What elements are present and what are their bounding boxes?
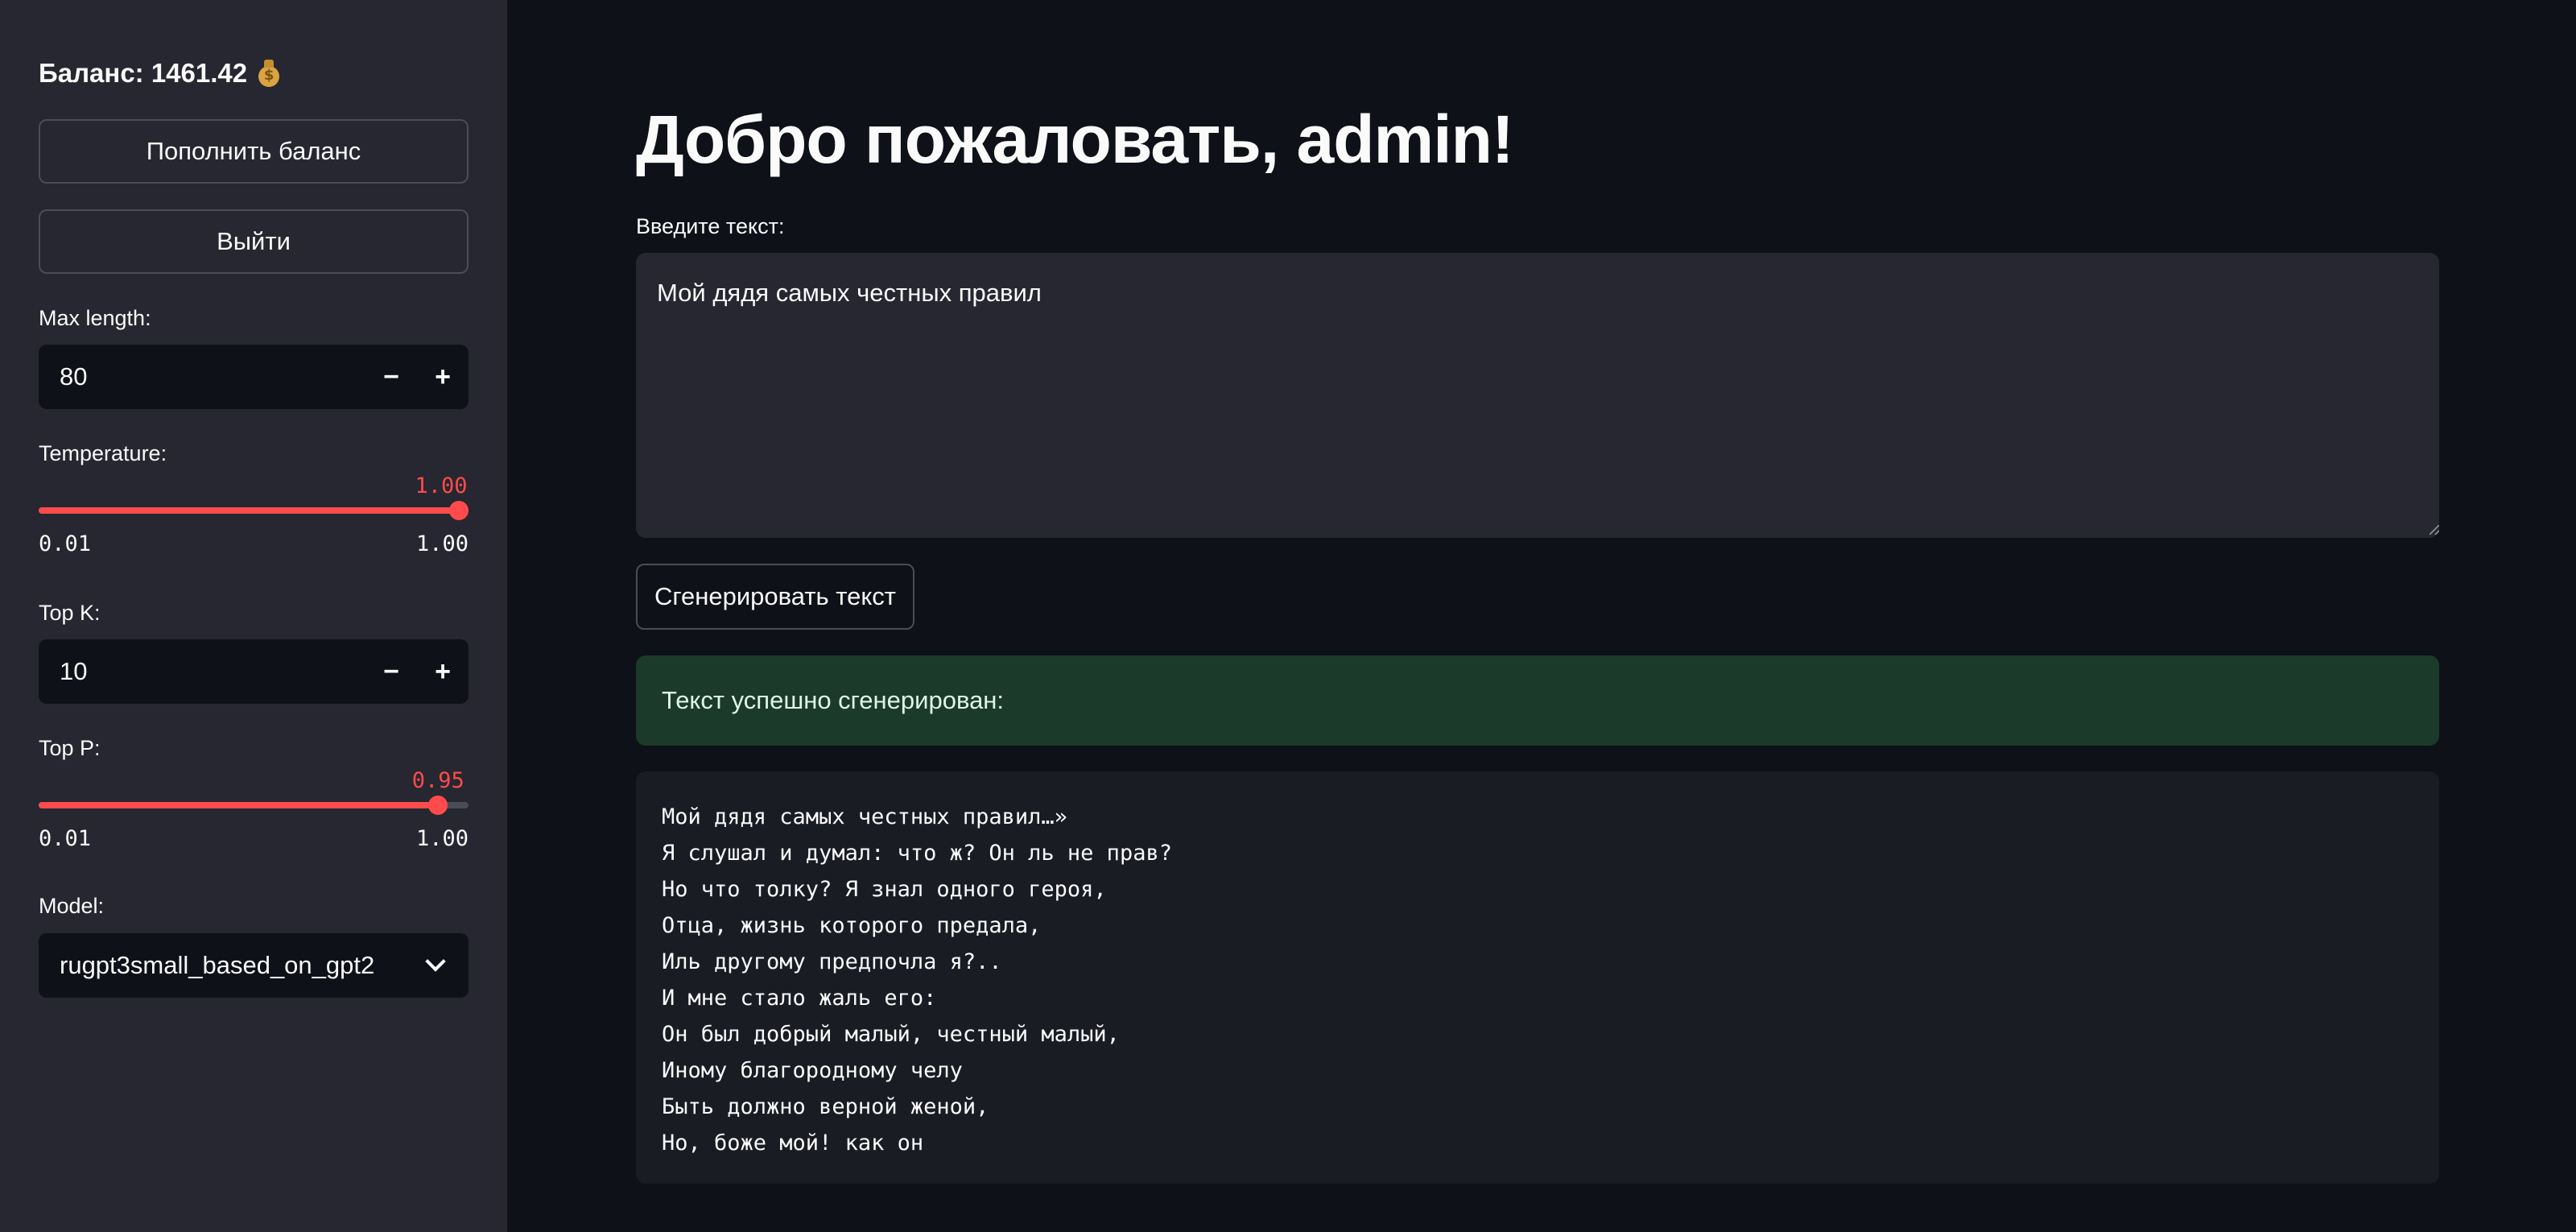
top-p-slider[interactable]: 0.95 0.01 1.00 — [39, 768, 469, 851]
temperature-label: Temperature: — [39, 441, 167, 465]
output-line: Отца, жизнь которого предала, — [662, 913, 1042, 938]
chevron-down-icon[interactable] — [425, 951, 446, 972]
topup-button[interactable]: Пополнить баланс — [39, 119, 469, 184]
top-k-increment-button[interactable]: + — [417, 639, 469, 704]
resize-handle-icon[interactable] — [2429, 525, 2439, 535]
top-k-value[interactable]: 10 — [39, 657, 365, 686]
main-content: Добро пожаловать, admin! Введите текст: … — [507, 0, 2576, 1232]
max-length-value[interactable]: 80 — [39, 362, 365, 391]
page-title: Добро пожаловать, admin! — [636, 101, 1514, 177]
top-k-label: Top K: — [39, 601, 101, 625]
generated-output: Мой дядя самых честных правил…» Я слушал… — [636, 771, 2439, 1184]
top-p-slider-fill — [39, 802, 439, 808]
temperature-max-label: 1.00 — [415, 531, 469, 556]
success-alert: Текст успешно сгенерирован: — [636, 655, 2439, 746]
temperature-slider[interactable]: 1.00 0.01 1.00 — [39, 473, 469, 556]
temperature-slider-thumb[interactable] — [449, 501, 469, 520]
top-k-decrement-button[interactable]: − — [365, 639, 417, 704]
output-line: Но, боже мой! как он — [662, 1131, 924, 1156]
top-p-max-label: 1.00 — [415, 826, 469, 851]
balance-text: Баланс: 1461.42 — [39, 58, 248, 88]
max-length-increment-button[interactable]: + — [417, 345, 469, 409]
temperature-current-value: 1.00 — [415, 473, 468, 498]
model-selected-value[interactable]: rugpt3small_based_on_gpt2 — [60, 951, 374, 980]
model-select[interactable]: rugpt3small_based_on_gpt2 — [39, 933, 469, 998]
top-p-min-label: 0.01 — [39, 826, 92, 851]
max-length-label: Max length: — [39, 306, 151, 330]
success-text: Текст успешно сгенерирован: — [662, 686, 1005, 714]
output-line: Иль другому предпочла я?.. — [662, 949, 1002, 974]
output-line: Быть должно верной женой, — [662, 1094, 989, 1119]
money-bag-icon — [257, 60, 281, 87]
app: Баланс: 1461.42 Пополнить баланс Выйти M… — [0, 0, 2576, 1232]
top-k-input[interactable]: 10 − + — [39, 639, 469, 704]
temperature-slider-fill — [39, 507, 459, 514]
balance-display: Баланс: 1461.42 — [39, 58, 281, 89]
text-input[interactable] — [636, 253, 2439, 538]
top-p-label: Top P: — [39, 736, 101, 760]
generate-button[interactable]: Сгенерировать текст — [636, 564, 914, 630]
output-line: Я слушал и думал: что ж? Он ль не прав? — [662, 841, 1172, 866]
model-label: Model: — [39, 894, 105, 918]
output-line: И мне стало жаль его: — [662, 986, 937, 1011]
output-line: Мой дядя самых честных правил…» — [662, 804, 1067, 829]
output-line: Иному благородному челу — [662, 1058, 963, 1083]
text-input-label: Введите текст: — [636, 214, 785, 238]
max-length-decrement-button[interactable]: − — [365, 345, 417, 409]
output-line: Но что толку? Я знал одного героя, — [662, 877, 1107, 902]
logout-button[interactable]: Выйти — [39, 209, 469, 274]
temperature-min-label: 0.01 — [39, 531, 92, 556]
top-p-current-value: 0.95 — [411, 768, 464, 793]
max-length-input[interactable]: 80 − + — [39, 345, 469, 409]
top-p-slider-thumb[interactable] — [428, 796, 448, 815]
sidebar: Баланс: 1461.42 Пополнить баланс Выйти M… — [0, 0, 507, 1232]
output-line: Он был добрый малый, честный малый, — [662, 1022, 1120, 1047]
